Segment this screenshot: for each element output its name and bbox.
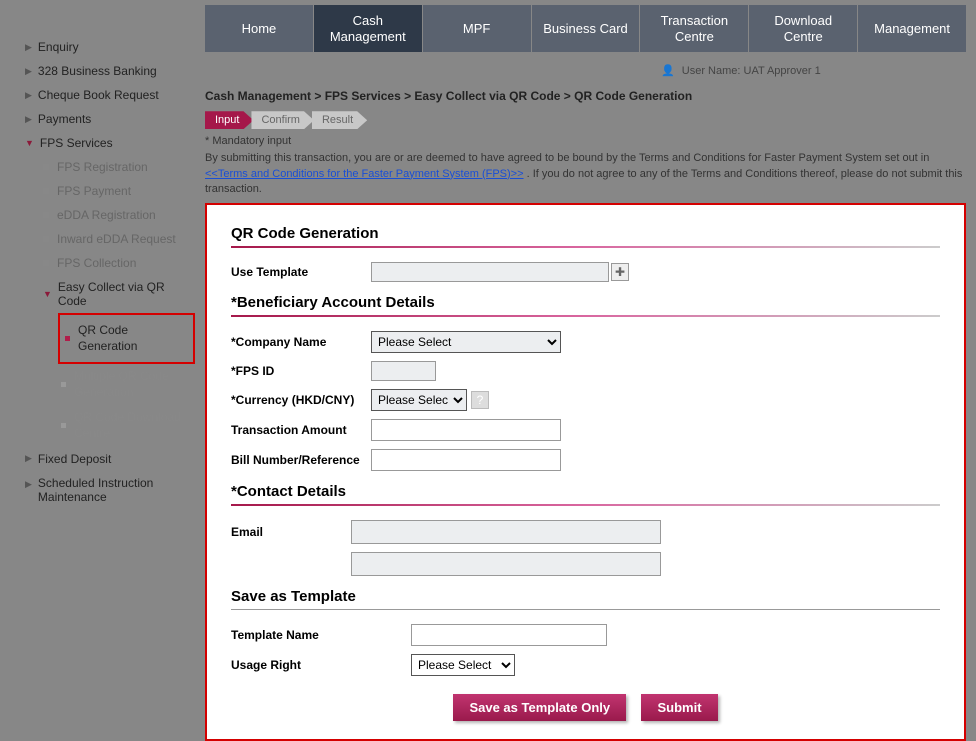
bullet-icon [43, 212, 49, 218]
bullet-icon [43, 260, 49, 266]
add-template-icon[interactable]: ✚ [611, 263, 629, 281]
user-value: UAT Approver 1 [744, 65, 821, 77]
user-label: User Name: [682, 65, 741, 77]
company-name-select[interactable]: Please Select [371, 331, 561, 353]
bullet-icon [43, 236, 49, 242]
steps: Input Confirm Result [205, 111, 966, 129]
use-template-label: Use Template [231, 265, 371, 279]
arrow-icon: ▶ [25, 66, 32, 77]
template-name-label: Template Name [231, 628, 411, 642]
sidebar-item-qr-download[interactable]: QR Code Download Centre [61, 405, 195, 446]
sidebar-item-payments[interactable]: ▶Payments [25, 107, 195, 131]
sidebar-item-multiple-qr[interactable]: Multiple QR Code Generation [61, 364, 195, 405]
sidebar-item-fixed-deposit[interactable]: ▶Fixed Deposit [25, 447, 195, 471]
section-contact: *Contact Details [231, 483, 940, 506]
tab-business-card[interactable]: Business Card [532, 5, 640, 52]
sidebar-item-edda-registration[interactable]: eDDA Registration [43, 203, 195, 227]
sidebar-item-fps-collection[interactable]: FPS Collection [43, 251, 195, 275]
user-icon: 👤 [661, 65, 675, 77]
fps-id-input[interactable] [371, 361, 436, 381]
terms-link[interactable]: <<Terms and Conditions for the Faster Pa… [205, 168, 524, 180]
submit-button[interactable]: Submit [641, 694, 717, 721]
sidebar-item-inward-edda[interactable]: Inward eDDA Request [43, 227, 195, 251]
save-template-button[interactable]: Save as Template Only [453, 694, 626, 721]
currency-select[interactable]: Please Select [371, 389, 467, 411]
section-beneficiary: *Beneficiary Account Details [231, 294, 940, 317]
sidebar-item-enquiry[interactable]: ▶Enquiry [25, 35, 195, 59]
bill-ref-label: Bill Number/Reference [231, 453, 371, 467]
txn-amount-label: Transaction Amount [231, 423, 371, 437]
arrow-icon: ▶ [25, 453, 32, 464]
sidebar-item-scheduled[interactable]: ▶Scheduled Instruction Maintenance [25, 471, 195, 509]
arrow-down-icon: ▼ [43, 289, 52, 299]
sidebar-item-fps-services[interactable]: ▼FPS Services [25, 131, 195, 155]
tab-cash-management[interactable]: Cash Management [314, 5, 422, 52]
step-result: Result [312, 111, 367, 129]
usage-right-select[interactable]: Please Select [411, 654, 515, 676]
sidebar-item-qr-generation[interactable]: QR Code Generation [65, 318, 188, 359]
disclaimer: By submitting this transaction, you are … [205, 151, 966, 197]
email-label: Email [231, 525, 351, 539]
template-name-input[interactable] [411, 624, 607, 646]
bullet-icon [65, 336, 70, 341]
sidebar-item-cheque[interactable]: ▶Cheque Book Request [25, 83, 195, 107]
company-name-label: *Company Name [231, 335, 371, 349]
arrow-icon: ▶ [25, 42, 32, 53]
help-icon[interactable]: ? [471, 391, 489, 409]
tab-mpf[interactable]: MPF [423, 5, 531, 52]
email-input-2[interactable] [351, 552, 661, 576]
arrow-down-icon: ▼ [25, 138, 34, 148]
sidebar-item-328[interactable]: ▶328 Business Banking [25, 59, 195, 83]
sidebar: ▶Enquiry ▶328 Business Banking ▶Cheque B… [0, 0, 205, 711]
section-save-template: Save as Template [231, 588, 940, 610]
email-input-1[interactable] [351, 520, 661, 544]
sidebar-item-easy-collect[interactable]: ▼Easy Collect via QR Code [43, 275, 195, 313]
use-template-input[interactable] [371, 262, 609, 282]
bullet-icon [43, 188, 49, 194]
bullet-icon [61, 423, 66, 428]
main-content: Home Cash Management MPF Business Card T… [205, 0, 976, 711]
sidebar-item-fps-payment[interactable]: FPS Payment [43, 179, 195, 203]
tab-transaction-centre[interactable]: Transaction Centre [640, 5, 748, 52]
arrow-icon: ▶ [25, 114, 32, 125]
fps-id-label: *FPS ID [231, 364, 371, 378]
usage-right-label: Usage Right [231, 658, 411, 672]
sidebar-item-fps-registration[interactable]: FPS Registration [43, 155, 195, 179]
tab-management[interactable]: Management [858, 5, 966, 52]
step-confirm: Confirm [251, 111, 314, 129]
bullet-icon [43, 164, 49, 170]
tab-download-centre[interactable]: Download Centre [749, 5, 857, 52]
mandatory-note: * Mandatory input [205, 135, 966, 147]
topnav: Home Cash Management MPF Business Card T… [205, 5, 966, 52]
breadcrumb: Cash Management > FPS Services > Easy Co… [205, 85, 966, 111]
form-panel: QR Code Generation Use Template ✚ *Benef… [205, 203, 966, 741]
user-bar: 👤 User Name: UAT Approver 1 [205, 60, 966, 85]
step-input: Input [205, 111, 253, 129]
txn-amount-input[interactable] [371, 419, 561, 441]
arrow-icon: ▶ [25, 90, 32, 101]
currency-label: *Currency (HKD/CNY) [231, 393, 371, 407]
section-qr-generation: QR Code Generation [231, 225, 940, 248]
arrow-icon: ▶ [25, 479, 32, 490]
tab-home[interactable]: Home [205, 5, 313, 52]
bill-ref-input[interactable] [371, 449, 561, 471]
bullet-icon [61, 382, 66, 387]
